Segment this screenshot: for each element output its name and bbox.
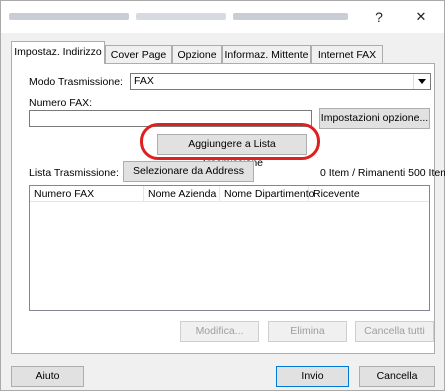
column-header-company[interactable]: Nome Azienda xyxy=(144,186,220,202)
help-titlebar-button[interactable]: ? xyxy=(365,7,393,27)
edit-button[interactable]: Modifica... xyxy=(180,321,259,342)
tab-cover-page[interactable]: Cover Page xyxy=(105,45,172,63)
select-from-address-book-button[interactable]: Selezionare da Address Book... xyxy=(123,161,254,196)
column-header-fax-number[interactable]: Numero FAX xyxy=(30,186,144,202)
mode-label: Modo Trasmissione: xyxy=(29,76,123,88)
tab-informaz-mittente[interactable]: Informaz. Mittente xyxy=(222,45,311,63)
tab-opzione[interactable]: Opzione xyxy=(172,45,222,63)
column-header-department[interactable]: Nome Dipartimento xyxy=(220,186,314,202)
clear-all-button[interactable]: Cancella tutti xyxy=(355,321,434,342)
help-button[interactable]: Aiuto xyxy=(11,366,84,387)
close-icon[interactable]: ✕ xyxy=(407,7,435,27)
chevron-down-icon[interactable] xyxy=(413,74,430,89)
title-text-blurred-3 xyxy=(233,13,348,20)
title-text-blurred xyxy=(9,13,129,20)
tab-internet-fax[interactable]: Internet FAX xyxy=(311,45,383,63)
send-list-table[interactable]: Numero FAX Nome Azienda Nome Dipartiment… xyxy=(29,185,430,311)
send-button[interactable]: Invio xyxy=(276,366,349,387)
fax-number-label: Numero FAX: xyxy=(29,97,93,109)
send-list-label: Lista Trasmissione: xyxy=(29,167,119,179)
delete-button[interactable]: Elimina xyxy=(268,321,347,342)
item-count-text: 0 Item / Rimanenti 500 Item xyxy=(320,167,445,179)
options-settings-button[interactable]: Impostazioni opzione... xyxy=(319,108,430,129)
column-header-recipient[interactable]: Ricevente xyxy=(309,186,429,202)
tab-impostaz-indirizzo[interactable]: Impostaz. Indirizzo xyxy=(11,41,105,64)
highlight-outline xyxy=(140,123,320,160)
cancel-button[interactable]: Cancella xyxy=(359,366,435,387)
address-settings-panel: Modo Trasmissione: FAX Numero FAX: Impos… xyxy=(11,63,445,354)
mode-select[interactable]: FAX xyxy=(130,73,431,90)
title-bar: ? ✕ xyxy=(1,1,444,33)
send-fax-dialog: ? ✕ Impostaz. Indirizzo Cover Page Opzio… xyxy=(0,0,445,391)
mode-select-value: FAX xyxy=(134,75,154,87)
title-text-blurred-2 xyxy=(136,13,226,20)
